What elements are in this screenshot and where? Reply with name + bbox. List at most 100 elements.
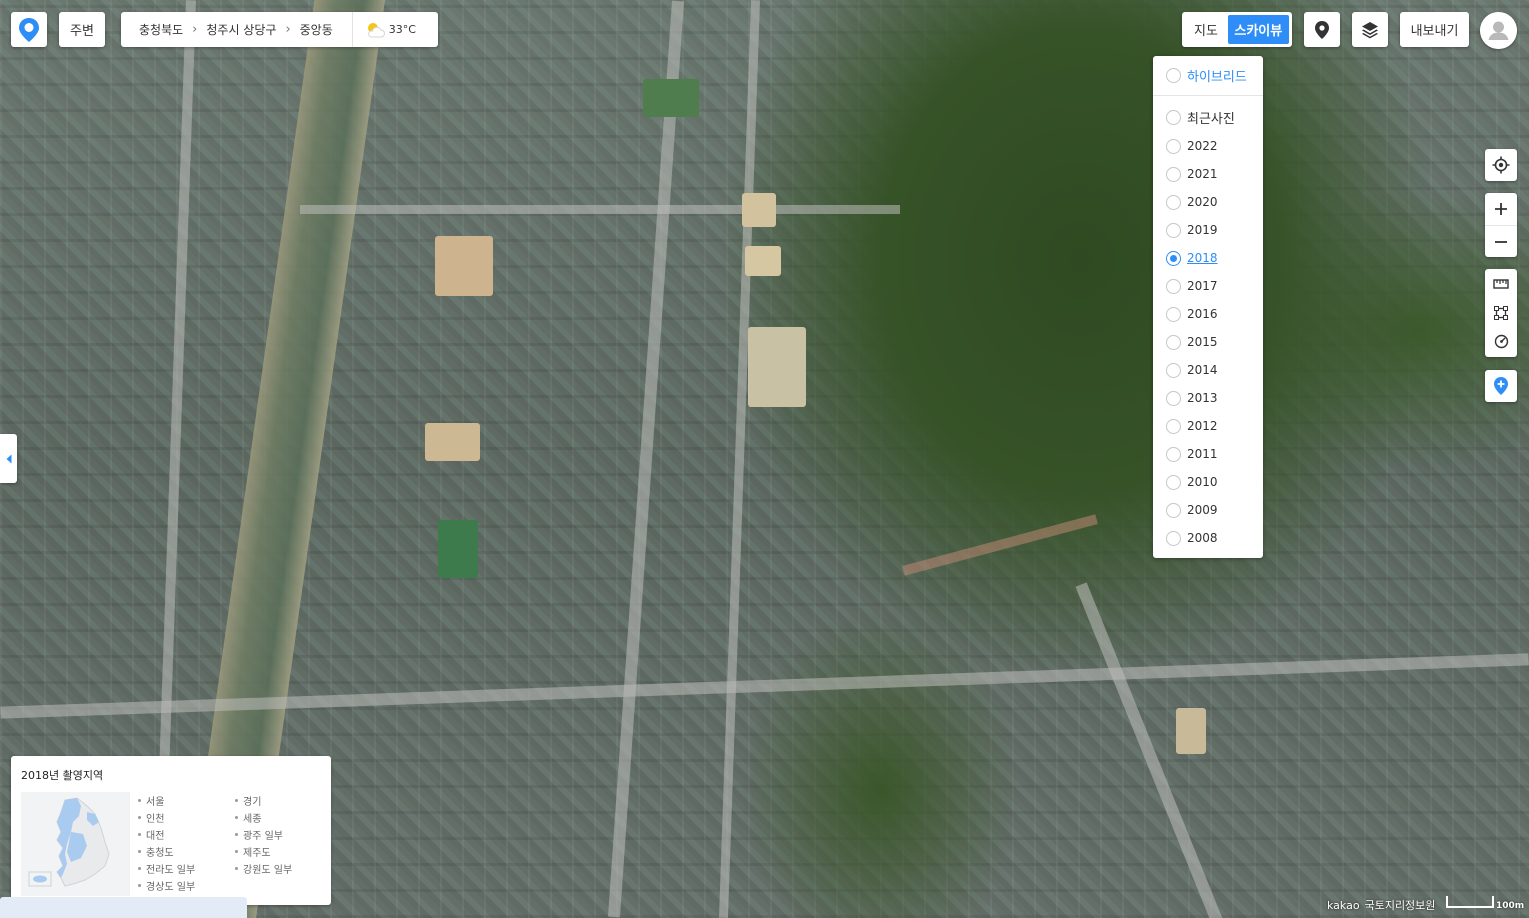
year-label: 2021 [1187, 167, 1218, 181]
breadcrumb-city[interactable]: 청주시 상당구 [206, 21, 276, 38]
year-option-selected[interactable]: 2018 [1153, 244, 1263, 272]
sidebar-toggle-button[interactable] [0, 434, 17, 483]
layers-button[interactable] [1352, 12, 1388, 47]
year-option[interactable]: 2013 [1153, 384, 1263, 412]
radio-button[interactable] [1166, 222, 1181, 238]
sports-field [1176, 708, 1206, 754]
korea-coverage-map [21, 792, 130, 896]
radio-button[interactable] [1166, 502, 1181, 518]
area-button[interactable] [1485, 298, 1517, 327]
radio-button-checked[interactable] [1166, 250, 1181, 266]
area-icon [1494, 305, 1508, 320]
sports-field [425, 423, 480, 461]
plus-icon [1495, 203, 1507, 215]
year-option[interactable]: 2010 [1153, 468, 1263, 496]
year-label: 2022 [1187, 139, 1218, 153]
road [1075, 582, 1237, 918]
radio-button[interactable] [1166, 109, 1181, 125]
region-item: 경상도 일부 [138, 878, 235, 893]
year-option[interactable]: 2017 [1153, 272, 1263, 300]
radio-button[interactable] [1166, 334, 1181, 350]
layers-icon [1362, 21, 1378, 38]
region-item: 전라도 일부 [138, 861, 235, 876]
radio-button[interactable] [1166, 362, 1181, 378]
breadcrumb-province[interactable]: 충청북도 [139, 21, 183, 38]
export-button[interactable]: 내보내기 [1400, 12, 1469, 47]
region-item: 세종 [235, 810, 323, 825]
year-label: 2017 [1187, 279, 1218, 293]
sports-field [643, 79, 699, 117]
radius-button[interactable] [1485, 327, 1517, 356]
road [300, 205, 900, 214]
home-logo-button[interactable] [11, 12, 47, 47]
radio-button[interactable] [1166, 390, 1181, 406]
year-option-recent[interactable]: 최근사진 [1153, 96, 1263, 132]
year-label: 2010 [1187, 475, 1218, 489]
radio-button[interactable] [1166, 474, 1181, 490]
year-option[interactable]: 2009 [1153, 496, 1263, 524]
korea-map-icon [28, 797, 110, 887]
radio-button[interactable] [1166, 530, 1181, 546]
year-label: 2008 [1187, 531, 1218, 545]
year-label: 2015 [1187, 335, 1218, 349]
region-item: 인천 [138, 810, 235, 825]
zoom-in-button[interactable] [1485, 193, 1517, 225]
radio-button[interactable] [1166, 418, 1181, 434]
radio-button[interactable] [1166, 446, 1181, 462]
year-option[interactable]: 2012 [1153, 412, 1263, 440]
year-label: 2009 [1187, 503, 1218, 517]
tab-skyview[interactable]: 스카이뷰 [1227, 15, 1289, 44]
year-option[interactable]: 2016 [1153, 300, 1263, 328]
measure-tools[interactable] [1485, 269, 1517, 357]
year-option[interactable]: 2022 [1153, 132, 1263, 160]
add-marker-button[interactable] [1485, 370, 1517, 402]
region-item: 제주도 [235, 844, 323, 859]
profile-avatar-button[interactable] [1480, 12, 1517, 49]
weather-widget[interactable]: 33°C [351, 12, 416, 47]
hybrid-option[interactable]: 하이브리드 [1153, 56, 1263, 96]
distance-button[interactable] [1485, 269, 1517, 298]
map-type-toggle[interactable]: 지도 스카이뷰 [1182, 12, 1292, 47]
radio-button[interactable] [1166, 306, 1181, 322]
year-option[interactable]: 2011 [1153, 440, 1263, 468]
data-source: 국토지리정보원 [1364, 899, 1436, 912]
around-button[interactable]: 주변 [59, 12, 105, 47]
radio-button[interactable] [1166, 278, 1181, 294]
plaza [748, 327, 806, 407]
region-item: 대전 [138, 827, 235, 842]
region-item: 광주 일부 [235, 827, 323, 842]
year-option[interactable]: 2019 [1153, 216, 1263, 244]
region-item: 경기 [235, 793, 323, 808]
zoom-out-button[interactable] [1485, 225, 1517, 257]
radio-button[interactable] [1166, 166, 1181, 182]
year-option[interactable]: 2014 [1153, 356, 1263, 384]
breadcrumb-dong[interactable]: 중앙동 [300, 21, 333, 38]
ruler-icon [1493, 278, 1509, 289]
partly-cloudy-sun-icon [367, 22, 385, 37]
bottom-panel-strip[interactable] [0, 897, 247, 918]
hybrid-checkbox[interactable] [1166, 68, 1181, 83]
radio-button[interactable] [1166, 194, 1181, 210]
year-option[interactable]: 2008 [1153, 524, 1263, 552]
tab-map[interactable]: 지도 [1194, 20, 1228, 39]
location-pin-button[interactable] [1304, 12, 1340, 47]
year-option[interactable]: 2020 [1153, 188, 1263, 216]
skyview-year-dropdown[interactable]: 하이브리드 최근사진 2022 2021 2020 2019 2018 2017… [1153, 56, 1263, 558]
current-location-button[interactable] [1485, 149, 1517, 181]
zoom-control[interactable] [1485, 193, 1517, 257]
year-label: 2019 [1187, 223, 1218, 237]
map-attribution: kakao 국토지리정보원 [1327, 897, 1435, 913]
year-option[interactable]: 2021 [1153, 160, 1263, 188]
sports-field [435, 236, 493, 296]
location-breadcrumb[interactable]: 충청북도 › 청주시 상당구 › 중앙동 33°C [121, 12, 438, 47]
radius-icon [1494, 334, 1508, 349]
coverage-title: 2018년 촬영지역 [21, 769, 104, 782]
year-option[interactable]: 2015 [1153, 328, 1263, 356]
map-pin-logo-icon [19, 17, 39, 42]
year-label: 2014 [1187, 363, 1218, 377]
add-pin-icon [1494, 377, 1508, 395]
region-item: 강원도 일부 [235, 861, 323, 876]
radio-button[interactable] [1166, 138, 1181, 154]
sports-field [742, 193, 776, 227]
year-label: 2011 [1187, 447, 1218, 461]
